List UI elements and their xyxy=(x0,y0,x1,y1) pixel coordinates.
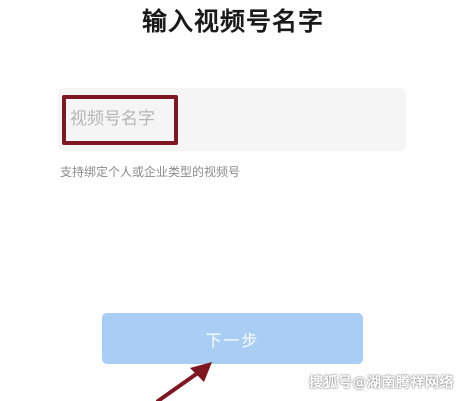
next-button[interactable]: 下一步 xyxy=(102,313,363,364)
annotation-arrow-icon xyxy=(156,362,212,401)
input-hint: 支持绑定个人或企业类型的视频号 xyxy=(60,165,241,179)
video-account-name-input[interactable] xyxy=(70,104,174,134)
watermark: 搜狐号@湖南腾祥网络 xyxy=(309,375,454,391)
page-title: 输入视频号名字 xyxy=(141,7,324,36)
page: 输入视频号名字 支持绑定个人或企业类型的视频号 下一步 搜狐号@湖南腾祥网络 xyxy=(0,0,466,401)
